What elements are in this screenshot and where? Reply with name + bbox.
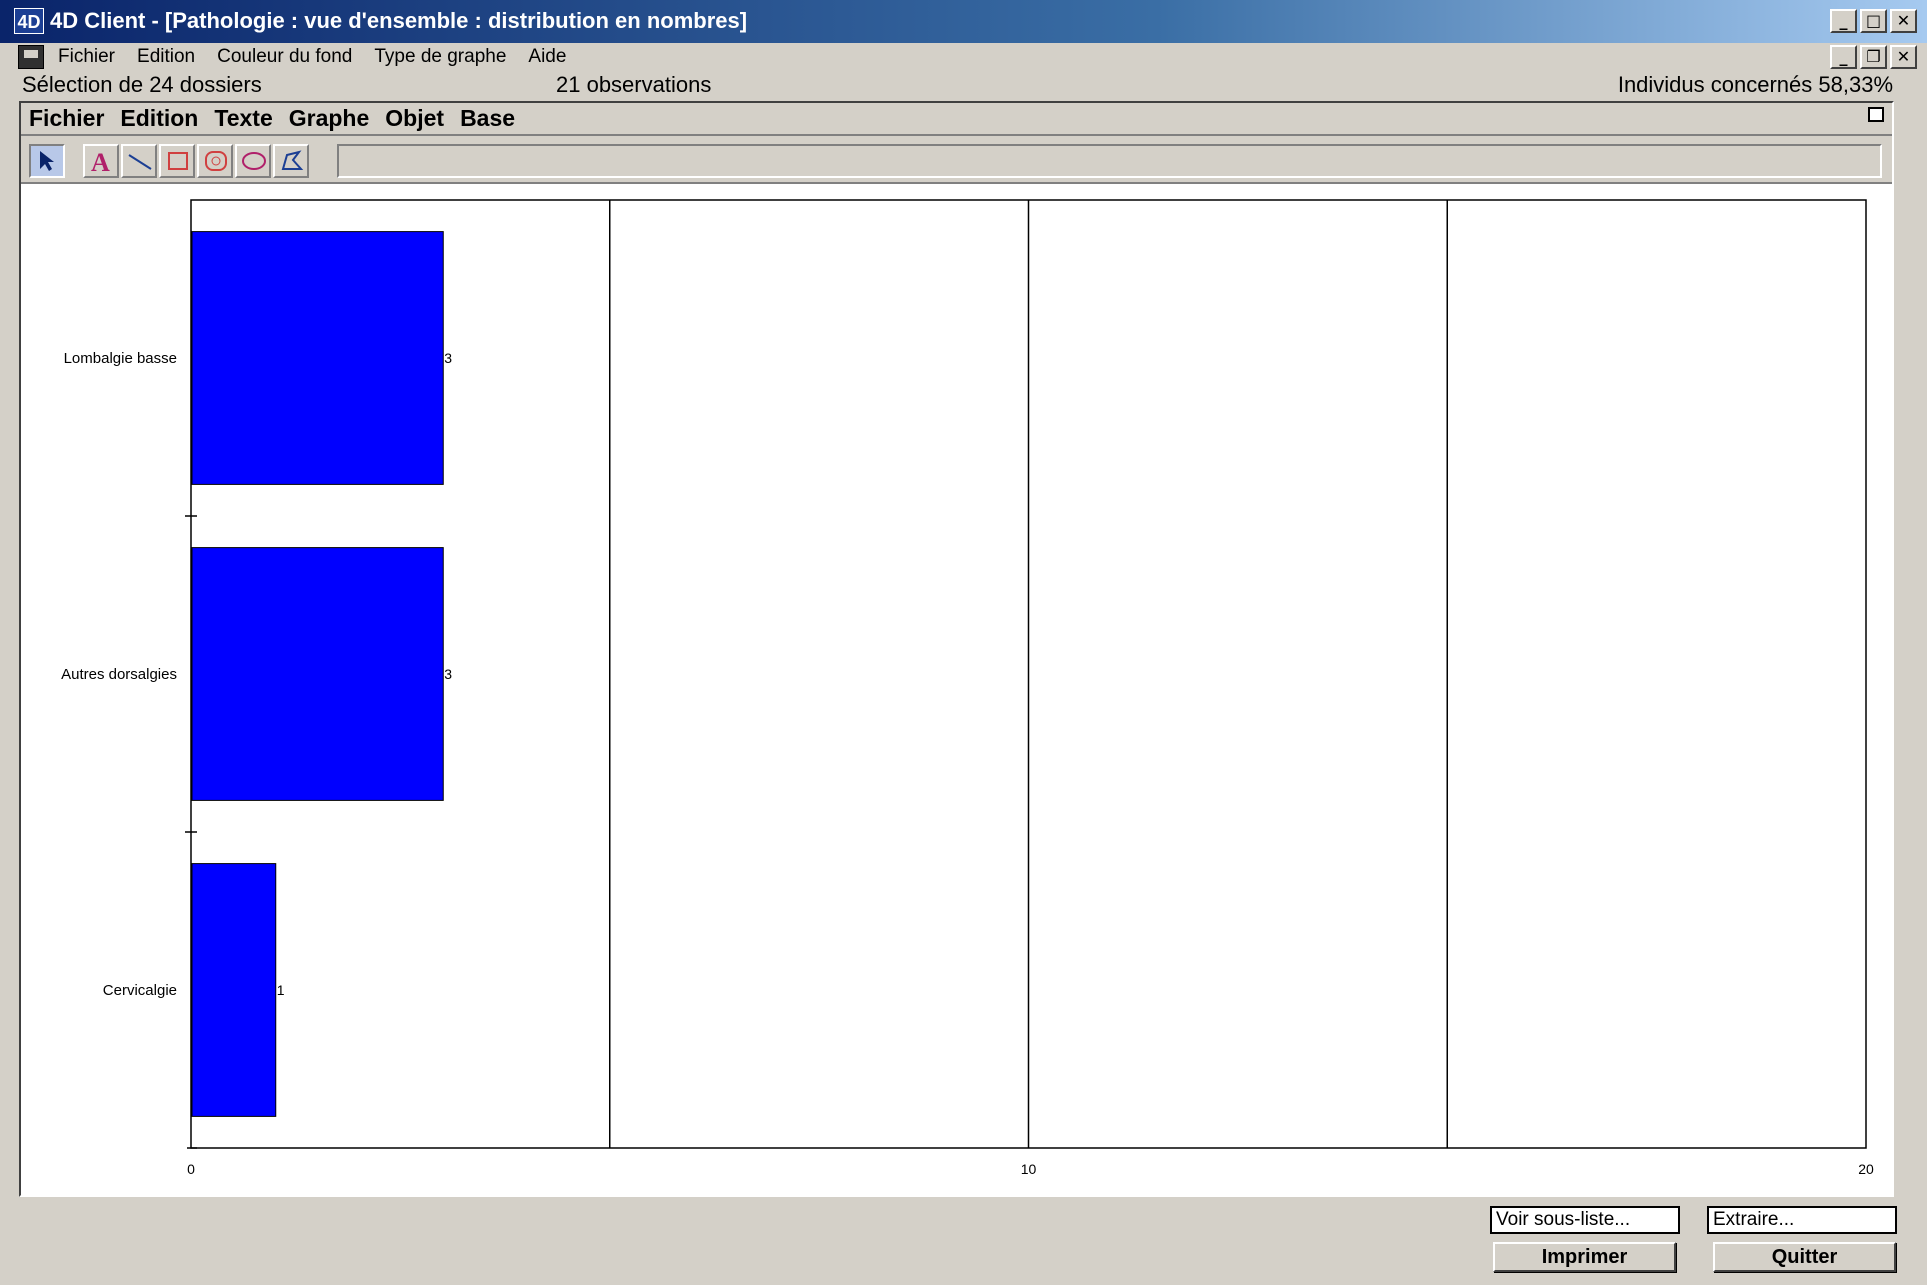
line-icon xyxy=(128,154,152,170)
value-label: 3 xyxy=(444,350,452,366)
polygon-tool[interactable] xyxy=(273,144,309,178)
svg-text:A: A xyxy=(91,149,110,175)
category-label: Autres dorsalgies xyxy=(61,666,177,683)
rectangle-icon xyxy=(168,152,188,170)
category-label: Lombalgie basse xyxy=(64,350,177,367)
close-button[interactable]: ✕ xyxy=(1890,9,1917,33)
graph-menu-objet[interactable]: Objet xyxy=(385,105,444,132)
x-tick-label: 0 xyxy=(187,1161,195,1177)
document-icon[interactable] xyxy=(18,45,44,69)
app-4d-icon: 4D xyxy=(14,8,44,34)
value-label: 3 xyxy=(444,666,452,682)
text-tool[interactable]: A xyxy=(83,144,119,178)
doc-restore-button[interactable]: ❐ xyxy=(1860,45,1887,69)
info-line: Sélection de 24 dossiers 21 observations… xyxy=(0,72,1927,100)
menu-type-de-graphe[interactable]: Type de graphe xyxy=(374,46,506,68)
menu-bar: Fichier Edition Couleur du fond Type de … xyxy=(0,43,1927,73)
window-controls: _ □ ✕ xyxy=(1830,9,1917,33)
maximize-button[interactable]: □ xyxy=(1860,9,1887,33)
graph-menu-bar: Fichier Edition Texte Graphe Objet Base xyxy=(21,103,1892,136)
imprimer-button[interactable]: Imprimer xyxy=(1493,1242,1676,1272)
voir-sous-liste-button[interactable]: Voir sous-liste... xyxy=(1490,1206,1680,1234)
doc-minimize-button[interactable]: _ xyxy=(1830,45,1857,69)
menu-couleur-du-fond[interactable]: Couleur du fond xyxy=(217,46,352,68)
oval-tool[interactable] xyxy=(235,144,271,178)
arrow-icon xyxy=(40,151,54,171)
category-label: Cervicalgie xyxy=(103,982,177,999)
menu-edition[interactable]: Edition xyxy=(137,46,195,68)
graph-menu-graphe[interactable]: Graphe xyxy=(289,105,370,132)
line-tool[interactable] xyxy=(121,144,157,178)
oval-icon xyxy=(242,152,266,170)
bar xyxy=(191,547,444,801)
rounded-rectangle-icon xyxy=(205,151,227,171)
observations-count: 21 observations xyxy=(556,72,712,97)
drawing-toolbar: A xyxy=(21,136,1892,184)
rounded-rectangle-tool[interactable] xyxy=(197,144,233,178)
x-tick-label: 10 xyxy=(1021,1161,1037,1177)
quitter-button[interactable]: Quitter xyxy=(1713,1242,1896,1272)
graph-window: Fichier Edition Texte Graphe Objet Base … xyxy=(19,101,1894,1197)
menu-aide[interactable]: Aide xyxy=(528,46,566,68)
graph-menu-edition[interactable]: Edition xyxy=(120,105,198,132)
title-bar: 4D 4D Client - [Pathologie : vue d'ensem… xyxy=(0,0,1927,43)
graph-menu-base[interactable]: Base xyxy=(460,105,515,132)
rectangle-tool[interactable] xyxy=(159,144,195,178)
graph-menu-texte[interactable]: Texte xyxy=(214,105,272,132)
arrow-tool[interactable] xyxy=(29,144,65,178)
bar-chart: Lombalgie basse 3 Autres dorsalgies 3 Cervic… xyxy=(61,199,1874,1177)
extraire-button[interactable]: Extraire... xyxy=(1707,1206,1897,1234)
polygon-icon xyxy=(281,150,304,170)
window-title: 4D Client - [Pathologie : vue d'ensemble… xyxy=(50,8,748,33)
toolbar-status-field xyxy=(337,144,1882,178)
x-tick-label: 20 xyxy=(1858,1161,1874,1177)
menu-fichier[interactable]: Fichier xyxy=(58,46,115,68)
window-resize-icon[interactable] xyxy=(1868,107,1884,122)
selection-count: Sélection de 24 dossiers xyxy=(22,72,262,97)
graph-menu-fichier[interactable]: Fichier xyxy=(29,105,104,132)
bar xyxy=(191,231,444,485)
doc-close-button[interactable]: ✕ xyxy=(1890,45,1917,69)
individus-percentage: Individus concernés 58,33% xyxy=(1617,72,1893,97)
text-icon: A xyxy=(91,149,110,175)
document-window-controls: _ ❐ ✕ xyxy=(1830,45,1917,69)
bar xyxy=(191,863,277,1117)
value-label: 1 xyxy=(277,982,285,998)
minimize-button[interactable]: _ xyxy=(1830,9,1857,33)
